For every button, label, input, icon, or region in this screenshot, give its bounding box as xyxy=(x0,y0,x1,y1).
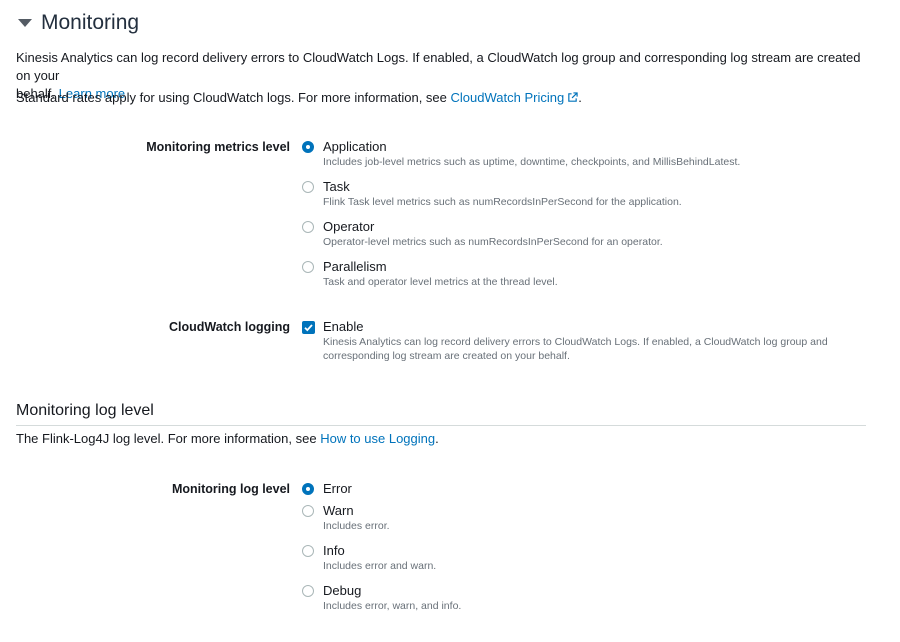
monitoring-section-toggle[interactable]: Monitoring xyxy=(18,11,139,35)
radio-unselected[interactable] xyxy=(302,505,314,517)
radio-unselected[interactable] xyxy=(302,545,314,557)
radio-unselected[interactable] xyxy=(302,181,314,193)
radio-unselected[interactable] xyxy=(302,221,314,233)
how-to-use-logging-link[interactable]: How to use Logging xyxy=(320,431,435,446)
torn-paper-frame: Monitoring Kinesis Analytics can log rec… xyxy=(0,0,881,625)
cloudwatch-logging-desc: Kinesis Analytics can log record deliver… xyxy=(323,336,828,362)
section-title: Monitoring xyxy=(41,11,140,34)
metrics-level-label: Monitoring metrics level xyxy=(146,140,290,154)
radio-unselected[interactable] xyxy=(302,585,314,597)
cloudwatch-logging-label: CloudWatch logging xyxy=(168,320,290,334)
log-level-section-title: Monitoring log level xyxy=(16,402,154,419)
pricing-note: Standard rates apply for using CloudWatc… xyxy=(16,90,582,105)
caret-down-icon xyxy=(18,19,32,27)
radio-unselected[interactable] xyxy=(302,261,314,273)
radio-selected[interactable] xyxy=(302,483,314,495)
log-level-description: The Flink-Log4J log level. For more info… xyxy=(16,431,439,446)
radio-selected[interactable] xyxy=(302,141,314,153)
enable-checkbox[interactable] xyxy=(302,321,315,334)
cloudwatch-pricing-link[interactable]: CloudWatch Pricing xyxy=(451,90,579,105)
external-link-icon xyxy=(568,92,578,102)
section-divider xyxy=(16,425,866,426)
log-level-label: Monitoring log level xyxy=(171,482,290,496)
checkmark-icon xyxy=(304,324,313,332)
